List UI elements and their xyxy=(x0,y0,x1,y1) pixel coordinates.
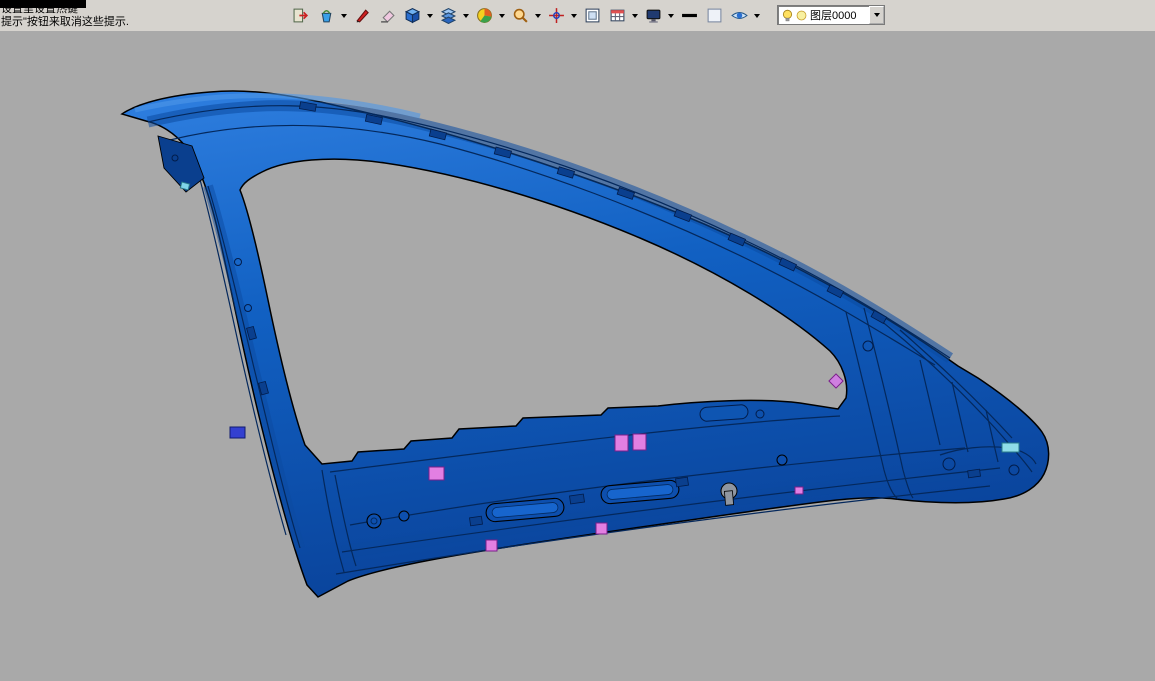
cad-application-window: 设置里设置热键 提示"按钮来取消这些提示. xyxy=(0,0,1155,681)
frame-body xyxy=(122,91,1049,597)
car-side-frame-model xyxy=(0,0,1155,681)
viewport-3d[interactable] xyxy=(0,31,1155,681)
